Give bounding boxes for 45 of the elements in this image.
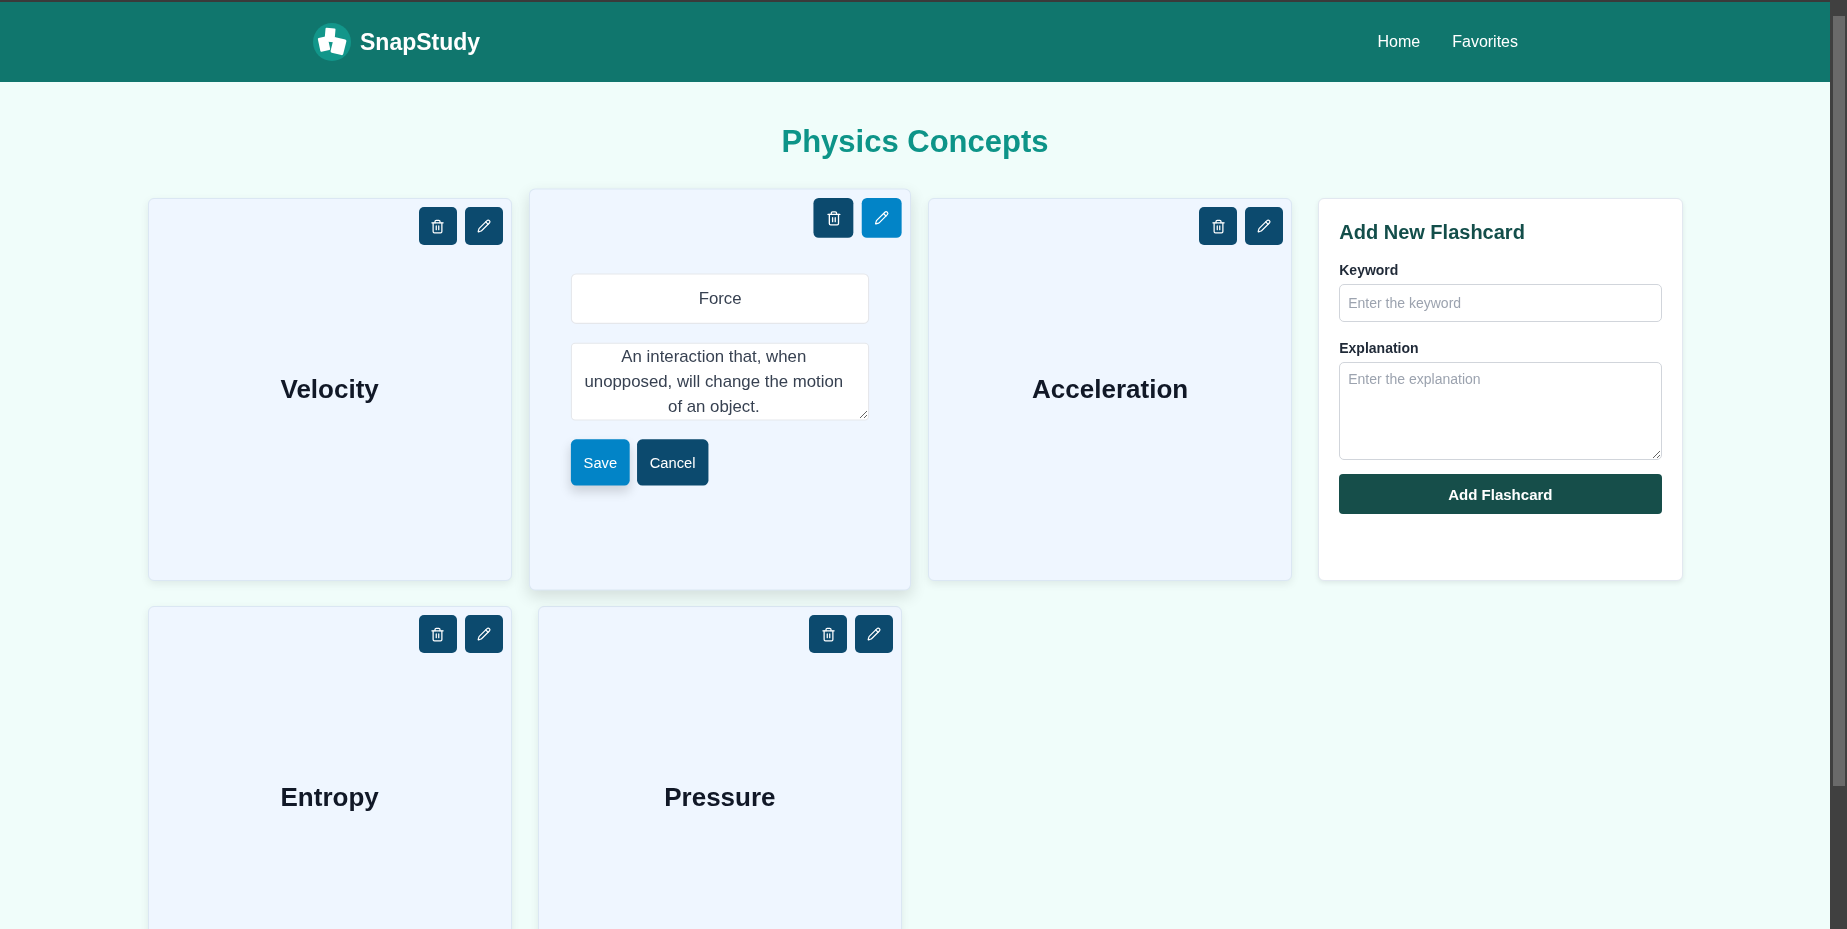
edit-button[interactable] [855,615,893,653]
page-title: Physics Concepts [780,124,1050,160]
flashcard-keyword: Velocity [280,374,379,405]
flashcard[interactable]: Force An interaction that, when unopposed, will change the motion of an object. Save Cancel [528,188,912,591]
trash-icon [430,218,446,234]
pencil-icon [874,210,890,226]
flashcard-keyword: Entropy [280,782,379,813]
trash-icon [820,626,836,642]
cancel-button[interactable]: Cancel [636,438,708,486]
edit-button[interactable] [464,615,503,653]
field-label: Keyword [1339,262,1400,278]
logo-icon [312,22,352,62]
explanation-input[interactable]: An interaction that, when unopposed, will change the motion of an object. [570,342,869,420]
nav-link[interactable]: Home [1377,33,1421,51]
trash-icon [430,626,446,642]
edit-button[interactable] [1245,207,1284,245]
keyword-input[interactable]: Force [570,272,869,324]
trash-icon [825,209,842,226]
scrollbar[interactable] [1830,0,1847,929]
brand-name: SnapStudy [360,28,481,56]
pencil-icon [1257,219,1272,233]
trash-icon [1210,218,1226,234]
field-label: Explanation [1339,340,1420,356]
delete-button[interactable] [809,615,847,653]
pencil-icon [867,627,881,641]
flashcard-keyword: Acceleration [1032,374,1189,405]
flashcard[interactable]: Pressure [537,606,902,929]
panel-title: Add New Flashcard [1339,221,1526,244]
explanation-field[interactable]: Enter the explanation [1339,362,1662,460]
flashcard-keyword: Pressure [664,782,776,813]
delete-button[interactable] [813,197,854,238]
nav-link[interactable]: Favorites [1452,33,1518,51]
add-flashcard-button[interactable]: Add Flashcard [1339,474,1662,514]
delete-button[interactable] [418,615,457,653]
delete-button[interactable] [418,207,457,245]
flashcard[interactable]: Velocity [147,198,512,581]
flashcard[interactable]: Entropy [147,606,512,929]
pencil-icon [476,219,491,233]
delete-button[interactable] [1199,207,1238,245]
edit-button[interactable] [464,207,503,245]
keyword-field[interactable]: Enter the keyword [1339,284,1662,322]
pencil-icon [476,627,491,641]
flashcard[interactable]: Acceleration [928,198,1293,581]
save-button[interactable]: Save [570,438,630,486]
edit-button[interactable] [861,197,902,238]
